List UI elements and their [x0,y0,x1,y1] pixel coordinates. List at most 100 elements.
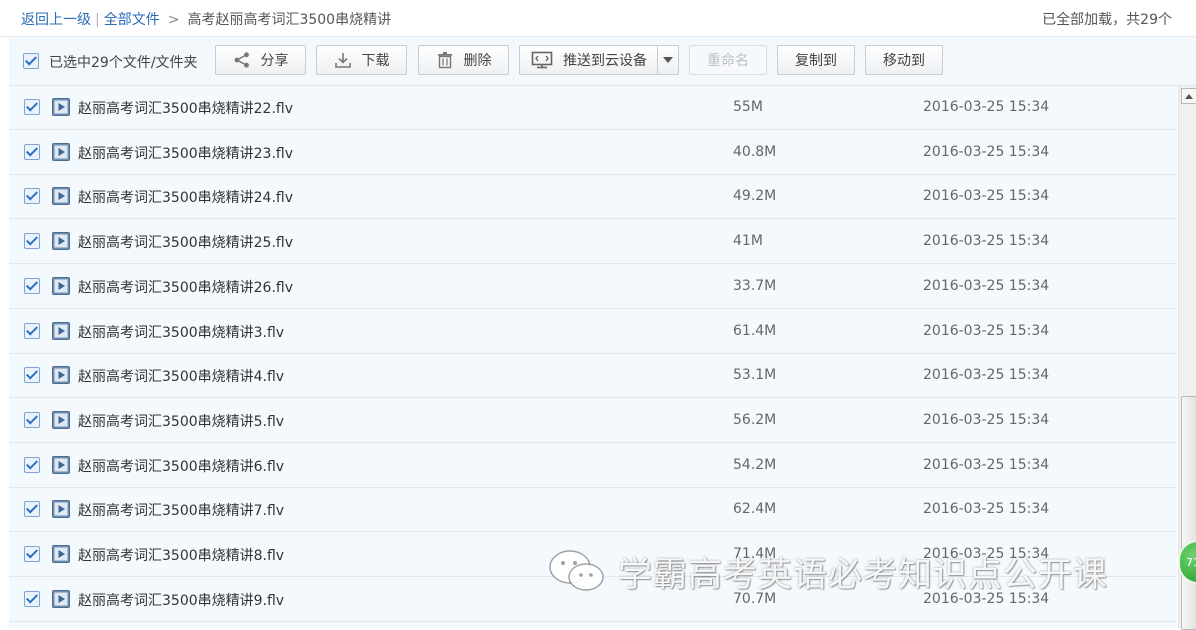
move-label: 移动到 [883,53,925,69]
file-modified-time: 2016-03-25 15:34 [923,188,1050,205]
file-list: 赵丽高考词汇3500串烧精讲22.flv 55M 2016-03-25 15:34 赵… [9,86,1177,628]
file-row[interactable]: 赵丽高考词汇3500串烧精讲23.flv 40.8M 2016-03-25 15:3… [9,130,1177,175]
file-size: 71.4M [733,546,777,562]
file-size: 70.7M [733,590,777,607]
file-modified-time: 2016-03-25 15:34 [923,590,1050,607]
file-name[interactable]: 赵丽高考词汇3500串烧精讲6.flv [78,456,284,476]
video-file-icon [52,455,70,474]
file-checkbox[interactable] [24,99,40,115]
file-name[interactable]: 赵丽高考词汇3500串烧精讲24.flv [78,187,293,207]
arrow-up-icon [1185,93,1193,99]
file-modified-time: 2016-03-25 15:34 [923,99,1050,115]
file-size: 33.7M [733,277,777,294]
file-checkbox[interactable] [24,501,40,518]
rename-button[interactable]: 重命名 [689,45,767,75]
video-file-icon [52,410,70,429]
selection-status: 已选中29个文件/文件夹 [23,52,198,72]
file-row[interactable]: 赵丽高考词汇3500串烧精讲6.flv 54.2M 2016-03-25 15:34 [9,443,1177,488]
file-modified-time: 2016-03-25 15:34 [923,411,1050,428]
file-name[interactable]: 赵丽高考词汇3500串烧精讲5.flv [78,411,284,431]
badge-count: 71 [1186,555,1196,569]
load-status: 已全部加载，共29个 [1042,12,1172,28]
file-checkbox[interactable] [24,546,40,562]
trash-icon [437,52,452,69]
current-folder: 高考赵丽高考词汇3500串烧精讲 [187,12,392,28]
file-name[interactable]: 赵丽高考词汇3500串烧精讲7.flv [78,500,284,520]
file-row[interactable]: 赵丽高考词汇3500串烧精讲25.flv 41M 2016-03-25 15:34 [9,220,1177,265]
file-size: 61.4M [733,322,777,339]
select-all-checkbox[interactable] [23,53,39,69]
file-name[interactable]: 赵丽高考词汇3500串烧精讲8.flv [78,545,284,565]
scroll-up-button[interactable] [1181,88,1196,104]
file-row[interactable]: 赵丽高考词汇3500串烧精讲4.flv 53.1M 2016-03-25 15:34 [9,354,1177,399]
file-size: 54.2M [733,456,777,473]
caret-down-icon [663,57,673,63]
delete-button[interactable]: 删除 [418,45,509,75]
file-row[interactable]: 赵丽高考词汇3500串烧精讲8.flv 71.4M 2016-03-25 15:34 [9,533,1177,577]
all-files-link[interactable]: 全部文件 [104,12,160,28]
toolbar: 已选中29个文件/文件夹 分享 下载 删除 推送到云设备 重命名 复制到 移动到 [9,37,1196,86]
file-name[interactable]: 赵丽高考词汇3500串烧精讲22.flv [78,98,293,118]
scrollbar-thumb[interactable] [1181,396,1196,630]
breadcrumb-arrow-icon: > [167,12,180,28]
file-name[interactable]: 赵丽高考词汇3500串烧精讲4.flv [78,366,284,386]
file-checkbox[interactable] [24,411,40,428]
file-row[interactable]: 赵丽高考词汇3500串烧精讲9.flv 70.7M 2016-03-25 15:34 [9,577,1177,622]
video-file-icon [52,366,70,385]
file-size: 62.4M [733,501,777,518]
delete-label: 删除 [463,53,492,69]
video-file-icon [52,142,70,161]
copy-label: 复制到 [795,53,837,69]
selection-label: 已选中29个文件/文件夹 [49,55,198,71]
file-modified-time: 2016-03-25 15:34 [923,277,1050,294]
breadcrumb-bar: 返回上一级 | 全部文件 > 高考赵丽高考词汇3500串烧精讲 已全部加载，共29个 [0,0,1196,37]
file-modified-time: 2016-03-25 15:34 [923,367,1050,384]
video-file-icon [52,500,70,519]
copy-to-button[interactable]: 复制到 [777,45,855,75]
file-name[interactable]: 赵丽高考词汇3500串烧精讲25.flv [78,232,293,252]
file-checkbox[interactable] [24,143,40,160]
file-checkbox[interactable] [24,590,40,607]
share-button[interactable]: 分享 [215,45,306,75]
file-row[interactable]: 赵丽高考词汇3500串烧精讲24.flv 49.2M 2016-03-25 15:3… [9,175,1177,220]
monitor-icon [531,51,553,69]
file-checkbox[interactable] [24,233,40,250]
file-modified-time: 2016-03-25 15:34 [923,501,1050,518]
file-modified-time: 2016-03-25 15:34 [923,233,1050,250]
file-row[interactable]: 赵丽高考词汇3500串烧精讲22.flv 55M 2016-03-25 15:34 [9,86,1177,130]
file-name[interactable]: 赵丽高考词汇3500串烧精讲26.flv [78,277,293,297]
file-checkbox[interactable] [24,367,40,384]
move-to-button[interactable]: 移动到 [865,45,943,75]
push-label: 推送到云设备 [563,53,647,69]
file-checkbox[interactable] [24,322,40,339]
file-checkbox[interactable] [24,188,40,205]
push-to-device-button[interactable]: 推送到云设备 [519,45,679,75]
file-name[interactable]: 赵丽高考词汇3500串烧精讲3.flv [78,322,284,342]
download-button[interactable]: 下载 [316,45,407,75]
download-icon [334,53,351,68]
file-row[interactable]: 赵丽高考词汇3500串烧精讲7.flv 62.4M 2016-03-25 15:34 [9,488,1177,533]
file-size: 53.1M [733,367,777,384]
video-file-icon [52,98,70,116]
breadcrumb: 返回上一级 | 全部文件 > 高考赵丽高考词汇3500串烧精讲 [21,9,391,29]
file-row[interactable]: 赵丽高考词汇3500串烧精讲3.flv 61.4M 2016-03-25 15:34 [9,309,1177,354]
file-size: 55M [733,99,763,115]
video-file-icon [52,321,70,340]
file-modified-time: 2016-03-25 15:34 [923,546,1050,562]
file-checkbox[interactable] [24,277,40,294]
push-dropdown-toggle[interactable] [657,46,678,74]
file-name[interactable]: 赵丽高考词汇3500串烧精讲23.flv [78,143,293,163]
file-row[interactable]: 赵丽高考词汇3500串烧精讲26.flv 33.7M 2016-03-25 15:3… [9,264,1177,309]
video-file-icon [52,187,70,206]
file-size: 40.8M [733,143,777,160]
video-file-icon [52,276,70,295]
download-label: 下载 [361,53,390,69]
breadcrumb-divider: | [95,12,100,28]
file-size: 41M [733,233,763,250]
video-file-icon [52,589,70,608]
back-link[interactable]: 返回上一级 [21,12,91,28]
file-row[interactable]: 赵丽高考词汇3500串烧精讲5.flv 56.2M 2016-03-25 15:34 [9,398,1177,443]
file-checkbox[interactable] [24,456,40,473]
video-file-icon [52,232,70,251]
file-name[interactable]: 赵丽高考词汇3500串烧精讲9.flv [78,590,284,610]
